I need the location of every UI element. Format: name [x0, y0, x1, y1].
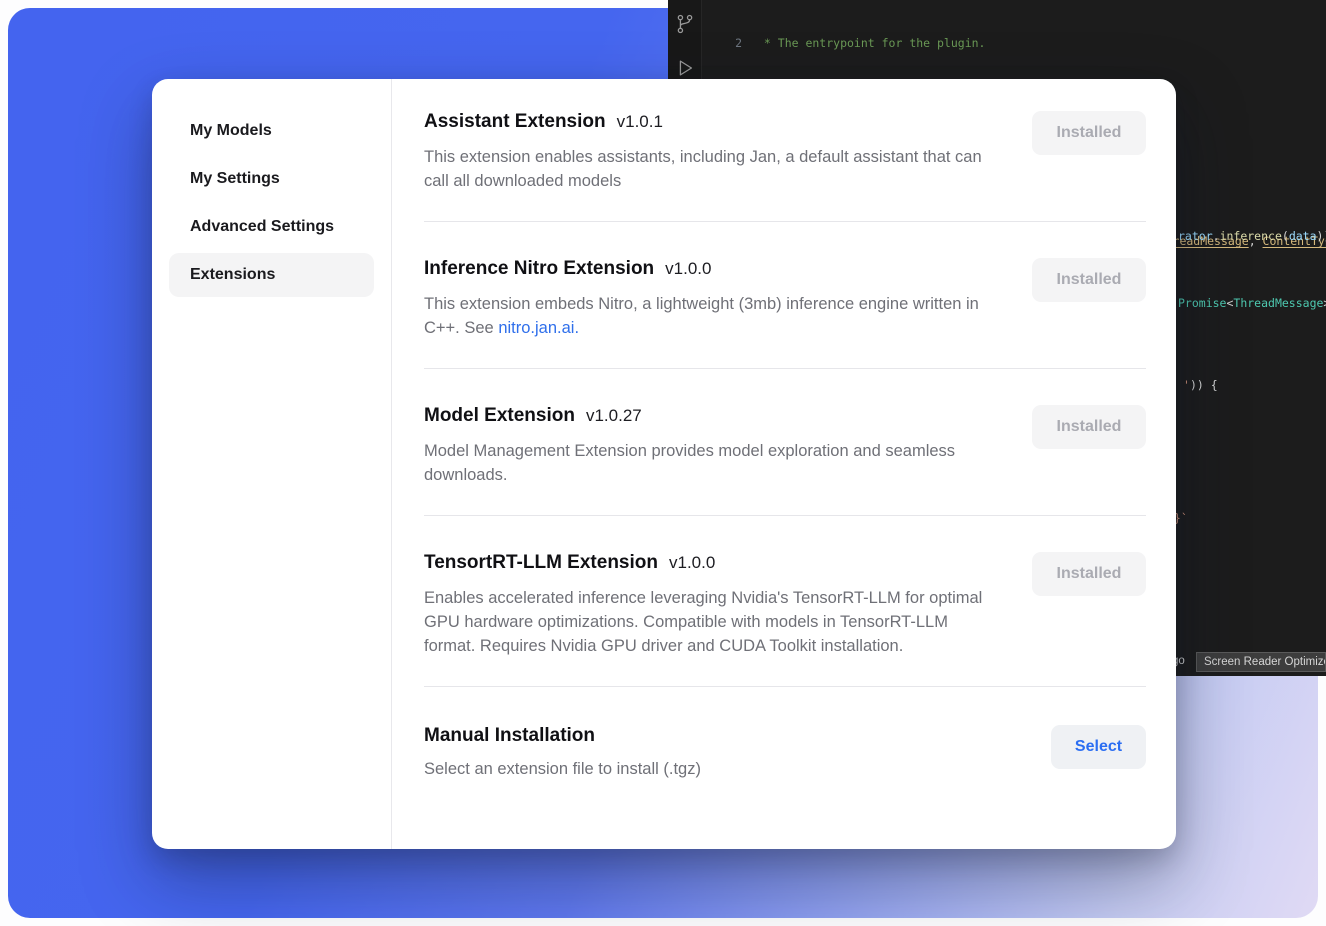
- line-number: 2: [702, 35, 742, 52]
- source-control-icon[interactable]: [673, 12, 697, 36]
- installed-button[interactable]: Installed: [1032, 552, 1146, 596]
- extension-description: Enables accelerated inference leveraging…: [424, 586, 1002, 658]
- extension-name: Inference Nitro Extension: [424, 258, 654, 280]
- screen-reader-status-item[interactable]: Screen Reader Optimize: [1196, 652, 1326, 672]
- sidebar-item-my-models[interactable]: My Models: [169, 109, 374, 153]
- manual-installation-description: Select an extension file to install (.tg…: [424, 757, 701, 781]
- extension-row-tensorrt: TensortRT-LLM Extension v1.0.0 Enables a…: [424, 516, 1146, 687]
- code-fragment: ')) {: [1183, 378, 1218, 392]
- sidebar-item-advanced-settings[interactable]: Advanced Settings: [169, 205, 374, 249]
- extension-row-model: Model Extension v1.0.27 Model Management…: [424, 369, 1146, 516]
- sidebar-item-extensions[interactable]: Extensions: [169, 253, 374, 297]
- extension-version: v1.0.0: [665, 259, 711, 279]
- sidebar-item-my-settings[interactable]: My Settings: [169, 157, 374, 201]
- settings-sidebar: My Models My Settings Advanced Settings …: [152, 79, 392, 849]
- code-line: 2 * The entrypoint for the plugin.: [702, 35, 1326, 52]
- extension-name: TensortRT-LLM Extension: [424, 552, 658, 574]
- extension-version: v1.0.0: [669, 553, 715, 573]
- extensions-list: Assistant Extension v1.0.1 This extensio…: [392, 79, 1176, 849]
- installed-button[interactable]: Installed: [1032, 405, 1146, 449]
- extension-row-assistant: Assistant Extension v1.0.1 This extensio…: [424, 79, 1146, 222]
- manual-installation-row: Manual Installation Select an extension …: [424, 687, 1146, 781]
- extension-version: v1.0.27: [586, 406, 642, 426]
- extension-version: v1.0.1: [617, 112, 663, 132]
- extension-description: Model Management Extension provides mode…: [424, 439, 1002, 487]
- installed-button[interactable]: Installed: [1032, 111, 1146, 155]
- desktop: 2 * The entrypoint for the plugin. 3 */ …: [0, 0, 1326, 926]
- extension-description: This extension embeds Nitro, a lightweig…: [424, 292, 1002, 340]
- nitro-jan-ai-link[interactable]: nitro.jan.ai.: [498, 319, 579, 337]
- run-debug-icon[interactable]: [673, 56, 697, 80]
- installed-button[interactable]: Installed: [1032, 258, 1146, 302]
- jan-settings-modal: My Models My Settings Advanced Settings …: [152, 79, 1176, 849]
- select-file-button[interactable]: Select: [1051, 725, 1146, 769]
- extension-row-nitro: Inference Nitro Extension v1.0.0 This ex…: [424, 222, 1146, 369]
- extension-description: This extension enables assistants, inclu…: [424, 145, 1002, 193]
- extension-name: Assistant Extension: [424, 111, 606, 133]
- code-fragment: rator.inference(data));: [1178, 229, 1326, 243]
- extension-name: Model Extension: [424, 405, 575, 427]
- manual-installation-title: Manual Installation: [424, 725, 595, 747]
- code-fragment: Promise<ThreadMessage>: [1178, 296, 1326, 310]
